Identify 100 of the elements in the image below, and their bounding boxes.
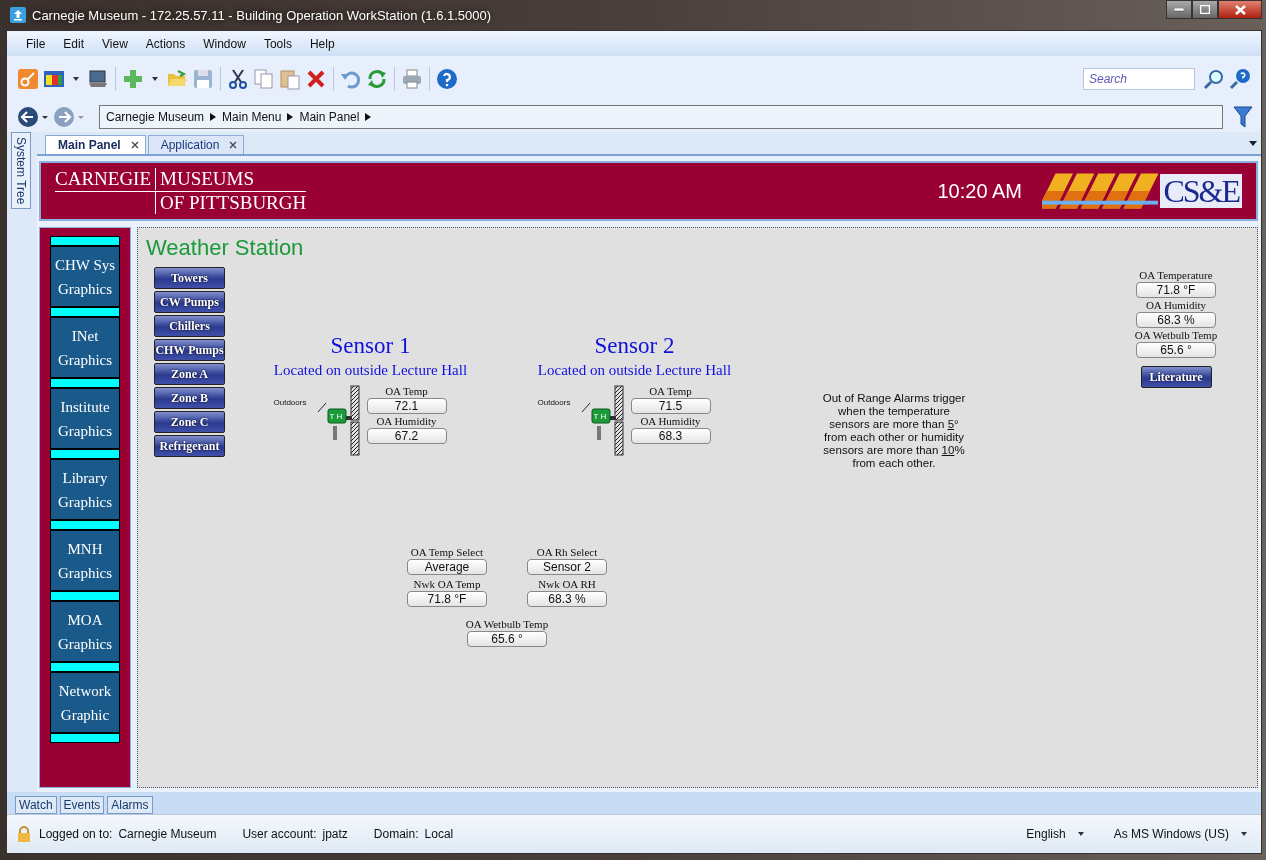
close-tab-icon[interactable]: [130, 141, 139, 149]
breadcrumb-item[interactable]: Carnegie Museum: [106, 110, 205, 124]
address-bar[interactable]: Carnegie Museum Main Menu Main Panel: [99, 105, 1223, 129]
point-label: Nwk OA RH: [538, 577, 596, 591]
link-button[interactable]: Zone C: [154, 411, 225, 433]
computer-icon[interactable]: [87, 68, 109, 90]
menu-item[interactable]: View: [93, 36, 137, 51]
breadcrumb-arrow-icon[interactable]: [287, 113, 294, 121]
nav-bar-strip: [50, 307, 120, 317]
point-label: OA Wetbulb Temp: [1134, 328, 1218, 342]
maximize-icon: [1200, 5, 1210, 14]
close-button[interactable]: [1218, 0, 1262, 19]
value-field: 67.2: [366, 428, 447, 444]
sensor-location: Located on outside Lecture Hall: [537, 361, 732, 380]
menu-item[interactable]: Actions: [136, 36, 195, 51]
language-dropdown[interactable]: English: [1026, 827, 1066, 841]
logo-text: OF PITTSBURGH: [155, 192, 307, 214]
nav-button[interactable]: MNH Graphics: [50, 530, 120, 591]
value-field: 68.3 %: [1136, 312, 1216, 328]
value-field: 65.6 °: [467, 631, 547, 647]
link-button[interactable]: Zone B: [154, 387, 225, 409]
document-tab[interactable]: Application: [147, 135, 245, 154]
close-tab-icon[interactable]: [229, 141, 238, 149]
logo-text: CARNEGIE: [55, 168, 153, 190]
breadcrumb-item[interactable]: Main Menu: [222, 110, 282, 124]
pane-tab[interactable]: Alarms: [107, 796, 153, 814]
point-label: Nwk OA Temp: [413, 577, 481, 591]
format-dropdown[interactable]: As MS Windows (US): [1113, 827, 1229, 841]
breadcrumb-arrow-icon[interactable]: [210, 113, 217, 121]
sensor-title: Sensor 1: [330, 332, 411, 360]
point-label: OA Humidity: [1145, 298, 1207, 312]
filter-icon[interactable]: [1233, 105, 1253, 129]
maximize-button[interactable]: [1192, 0, 1218, 19]
dropdown-caret-icon[interactable]: [152, 77, 158, 81]
breadcrumb-arrow-icon[interactable]: [365, 113, 372, 121]
alarm-note: Out of Range Alarms trigger when the temperature sensors are more than 5° from each other or humidity sensors are more than 10% from each other.: [821, 392, 967, 470]
dropdown-caret-icon[interactable]: [1241, 832, 1247, 836]
refresh-icon[interactable]: [366, 68, 388, 90]
point-label: OA Rh Select: [536, 545, 598, 559]
search-field[interactable]: Search: [1083, 68, 1195, 90]
tab-list-caret-icon[interactable]: [1249, 141, 1257, 146]
status-label: Logged on to:: [39, 827, 113, 841]
nav-button[interactable]: MOA Graphics: [50, 601, 120, 662]
value-field: 72.1: [366, 398, 447, 414]
document-tab[interactable]: Main Panel: [45, 135, 146, 154]
nav-bar-strip: [50, 520, 120, 530]
value-field: 65.6 °: [1136, 342, 1216, 358]
link-button[interactable]: Zone A: [154, 363, 225, 385]
cut-icon[interactable]: [227, 68, 249, 90]
window-title: Carnegie Museum - 172.25.57.11 - Building Operation WorkStation (1.6.1.5000): [32, 7, 492, 23]
brand-text: CS&E: [1160, 174, 1242, 208]
nav-button[interactable]: Institute Graphics: [50, 388, 120, 449]
logo-text: MUSEUMS: [155, 168, 259, 190]
point-label: OA Wetbulb Temp: [465, 617, 549, 631]
point-label: OA Humidity: [376, 414, 437, 428]
nav-button[interactable]: INet Graphics: [50, 317, 120, 378]
menu-item[interactable]: Tools: [254, 36, 301, 51]
help-icon[interactable]: [436, 68, 458, 90]
menu-item[interactable]: File: [17, 36, 55, 51]
status-label: Domain:: [373, 827, 419, 841]
nav-button[interactable]: Library Graphics: [50, 459, 120, 520]
dropdown-caret-icon[interactable]: [1077, 832, 1084, 836]
nav-bar-strip: [50, 236, 120, 246]
point-label: OA Temp: [649, 384, 692, 398]
nav-bar-strip: [50, 449, 120, 459]
pane-tab[interactable]: Watch: [15, 796, 57, 814]
menu-item[interactable]: Window: [194, 36, 255, 51]
sensor-title: Sensor 2: [594, 332, 675, 360]
search-icon[interactable]: [1203, 68, 1225, 90]
lock-icon: [17, 826, 31, 842]
nav-bar-strip: [50, 378, 120, 388]
outdoors-label: Outdoors: [273, 398, 307, 407]
dropdown-caret-icon[interactable]: [73, 77, 79, 81]
point-label: OA Temp Select: [410, 545, 484, 559]
link-button[interactable]: Refrigerant: [154, 435, 225, 457]
value-field: 68.3: [630, 428, 711, 444]
link-button[interactable]: Towers: [154, 267, 225, 289]
pane-tab[interactable]: Events: [59, 796, 105, 814]
value-field: 71.5: [630, 398, 711, 414]
system-tree-tab[interactable]: System Tree: [11, 132, 31, 210]
print-icon[interactable]: [401, 68, 423, 90]
nav-button[interactable]: Network Graphic: [50, 672, 120, 733]
clock-time: 10:20 AM: [937, 179, 1022, 203]
menu-item[interactable]: Help: [300, 36, 344, 51]
literature-button[interactable]: Literature: [1140, 366, 1212, 388]
panel-icon[interactable]: [43, 68, 65, 90]
delete-icon[interactable]: [305, 68, 327, 90]
link-button[interactable]: Chillers: [154, 315, 225, 337]
link-button[interactable]: CHW Pumps: [154, 339, 225, 361]
minimize-button[interactable]: [1166, 0, 1192, 19]
point-label: OA Humidity: [640, 414, 701, 428]
back-button[interactable]: [17, 106, 49, 128]
search-help-icon[interactable]: [1229, 68, 1251, 90]
link-button[interactable]: CW Pumps: [154, 291, 225, 313]
status-value: jpatz: [322, 827, 348, 841]
menu-item[interactable]: Edit: [54, 36, 94, 51]
value-field: Sensor 2: [527, 559, 607, 575]
breadcrumb-item[interactable]: Main Panel: [299, 110, 360, 124]
probe-label: T H: [329, 412, 343, 421]
nav-button[interactable]: CHW Sys Graphics: [50, 246, 120, 307]
